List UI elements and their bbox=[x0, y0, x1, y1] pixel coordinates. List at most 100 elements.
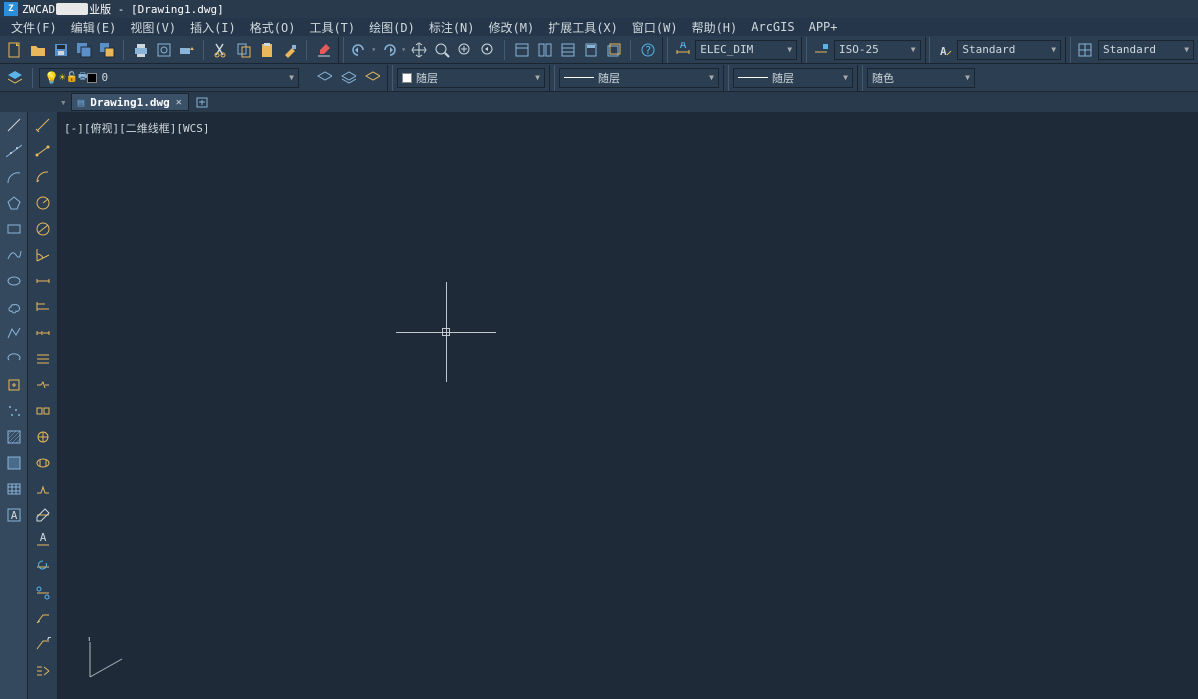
redo-button[interactable] bbox=[378, 39, 399, 61]
menu-modify[interactable]: 修改(M) bbox=[482, 19, 542, 36]
tab-arrow-icon[interactable]: ▾ bbox=[60, 96, 67, 109]
revcloud-tool[interactable] bbox=[3, 296, 25, 318]
new-tab-button[interactable] bbox=[195, 95, 209, 109]
menu-appplus[interactable]: APP+ bbox=[802, 20, 845, 34]
layer-combo[interactable]: 💡 ☀ 🔓 🖶 0 ▼ bbox=[39, 68, 299, 88]
iso-combo[interactable]: ISO-25▼ bbox=[834, 40, 921, 60]
xline-tool[interactable] bbox=[3, 140, 25, 162]
menu-insert[interactable]: 插入(I) bbox=[183, 19, 243, 36]
dim-update-tool[interactable] bbox=[32, 556, 54, 578]
save-as-button[interactable] bbox=[73, 39, 94, 61]
dim-radius-tool[interactable] bbox=[32, 192, 54, 214]
dimstyle-icon[interactable]: A bbox=[672, 39, 693, 61]
dim-space-tool[interactable] bbox=[32, 348, 54, 370]
menu-view[interactable]: 视图(V) bbox=[123, 19, 183, 36]
dim-tedit-tool[interactable]: A bbox=[32, 530, 54, 552]
layer-manager-button[interactable] bbox=[4, 67, 26, 89]
zoom-realtime-button[interactable] bbox=[431, 39, 452, 61]
copy-button[interactable] bbox=[233, 39, 254, 61]
mtext-tool[interactable]: A bbox=[3, 504, 25, 526]
cut-button[interactable] bbox=[210, 39, 231, 61]
dim-reassoc-tool[interactable] bbox=[32, 582, 54, 604]
mleader-align-tool[interactable] bbox=[32, 660, 54, 682]
plotstyle-combo[interactable]: 随色▼ bbox=[867, 68, 975, 88]
new-file-button[interactable] bbox=[4, 39, 25, 61]
zoom-previous-button[interactable] bbox=[477, 39, 498, 61]
match-props-button[interactable] bbox=[279, 39, 300, 61]
line-tool[interactable] bbox=[3, 114, 25, 136]
dimstyle-manager-icon[interactable] bbox=[811, 39, 832, 61]
design-center-button[interactable] bbox=[534, 39, 555, 61]
menu-extend[interactable]: 扩展工具(X) bbox=[541, 19, 625, 36]
dim-edit-tool[interactable] bbox=[32, 504, 54, 526]
menu-help[interactable]: 帮助(H) bbox=[685, 19, 745, 36]
dim-jogged-tool[interactable] bbox=[32, 478, 54, 500]
tab-close-button[interactable]: ✕ bbox=[176, 97, 182, 108]
menu-file[interactable]: 文件(F) bbox=[4, 19, 64, 36]
arc-tool[interactable] bbox=[3, 166, 25, 188]
dim-baseline-tool[interactable] bbox=[32, 296, 54, 318]
dim-angular-tool[interactable] bbox=[32, 244, 54, 266]
menu-format[interactable]: 格式(O) bbox=[243, 19, 303, 36]
dim-continue-tool[interactable] bbox=[32, 322, 54, 344]
undo-button[interactable] bbox=[348, 39, 369, 61]
spline-tool[interactable] bbox=[3, 244, 25, 266]
properties-panel-button[interactable] bbox=[511, 39, 532, 61]
rectangle-tool[interactable] bbox=[3, 218, 25, 240]
save-all-button[interactable] bbox=[96, 39, 117, 61]
publish-button[interactable] bbox=[176, 39, 197, 61]
help-button[interactable]: ? bbox=[637, 39, 658, 61]
pan-button[interactable] bbox=[408, 39, 429, 61]
sheetset-button[interactable] bbox=[603, 39, 624, 61]
tablestyle-combo[interactable]: Standard▼ bbox=[1098, 40, 1194, 60]
open-file-button[interactable] bbox=[27, 39, 48, 61]
center-mark-tool[interactable] bbox=[32, 426, 54, 448]
textstyle-icon[interactable]: A bbox=[934, 39, 955, 61]
polyline-tool[interactable] bbox=[3, 322, 25, 344]
point-tool[interactable] bbox=[3, 400, 25, 422]
print-button[interactable] bbox=[130, 39, 151, 61]
print-preview-button[interactable] bbox=[153, 39, 174, 61]
ellipse-tool[interactable] bbox=[3, 270, 25, 292]
table-tool[interactable] bbox=[3, 478, 25, 500]
lineweight-combo[interactable]: 随层▼ bbox=[733, 68, 853, 88]
layer-state-button[interactable] bbox=[337, 67, 359, 89]
save-button[interactable] bbox=[50, 39, 71, 61]
tool-palette-button[interactable] bbox=[557, 39, 578, 61]
dim-diameter-tool[interactable] bbox=[32, 218, 54, 240]
dim-arc-tool[interactable] bbox=[32, 166, 54, 188]
zoom-window-button[interactable] bbox=[454, 39, 475, 61]
tolerance-tool[interactable] bbox=[32, 400, 54, 422]
menu-draw[interactable]: 绘图(D) bbox=[362, 19, 422, 36]
dimstyle-combo[interactable]: ELEC_DIM▼ bbox=[695, 40, 797, 60]
linetype-combo[interactable]: 随层▼ bbox=[559, 68, 719, 88]
region-tool[interactable] bbox=[3, 452, 25, 474]
erase-button[interactable] bbox=[313, 39, 334, 61]
leader-tool[interactable] bbox=[32, 608, 54, 630]
insert-block-tool[interactable] bbox=[3, 374, 25, 396]
menu-dimension[interactable]: 标注(N) bbox=[422, 19, 482, 36]
hatch-tool[interactable] bbox=[3, 426, 25, 448]
document-tab[interactable]: ▤ Drawing1.dwg ✕ bbox=[71, 93, 189, 111]
calculator-button[interactable] bbox=[580, 39, 601, 61]
menu-arcgis[interactable]: ArcGIS bbox=[744, 20, 801, 34]
viewport-label[interactable]: [-][俯视][二维线框][WCS] bbox=[64, 120, 209, 136]
color-combo[interactable]: 随层▼ bbox=[397, 68, 545, 88]
dim-aligned-tool[interactable] bbox=[32, 140, 54, 162]
paste-button[interactable] bbox=[256, 39, 277, 61]
menu-edit[interactable]: 编辑(E) bbox=[64, 19, 124, 36]
drawing-canvas[interactable]: [-][俯视][二维线框][WCS] Y bbox=[58, 112, 1198, 699]
tablestyle-icon[interactable] bbox=[1075, 39, 1096, 61]
dim-inspect-tool[interactable] bbox=[32, 452, 54, 474]
polygon-tool[interactable] bbox=[3, 192, 25, 214]
ellipse-arc-tool[interactable] bbox=[3, 348, 25, 370]
layer-walk-button[interactable] bbox=[361, 67, 383, 89]
dim-ordinate-tool[interactable] bbox=[32, 270, 54, 292]
dim-break-tool[interactable] bbox=[32, 374, 54, 396]
menu-window[interactable]: 窗口(W) bbox=[625, 19, 685, 36]
textstyle-combo[interactable]: Standard▼ bbox=[957, 40, 1061, 60]
dim-linear-tool[interactable] bbox=[32, 114, 54, 136]
layer-prev-button[interactable] bbox=[313, 67, 335, 89]
qleader-tool[interactable]: A bbox=[32, 634, 54, 656]
menu-tools[interactable]: 工具(T) bbox=[302, 19, 362, 36]
